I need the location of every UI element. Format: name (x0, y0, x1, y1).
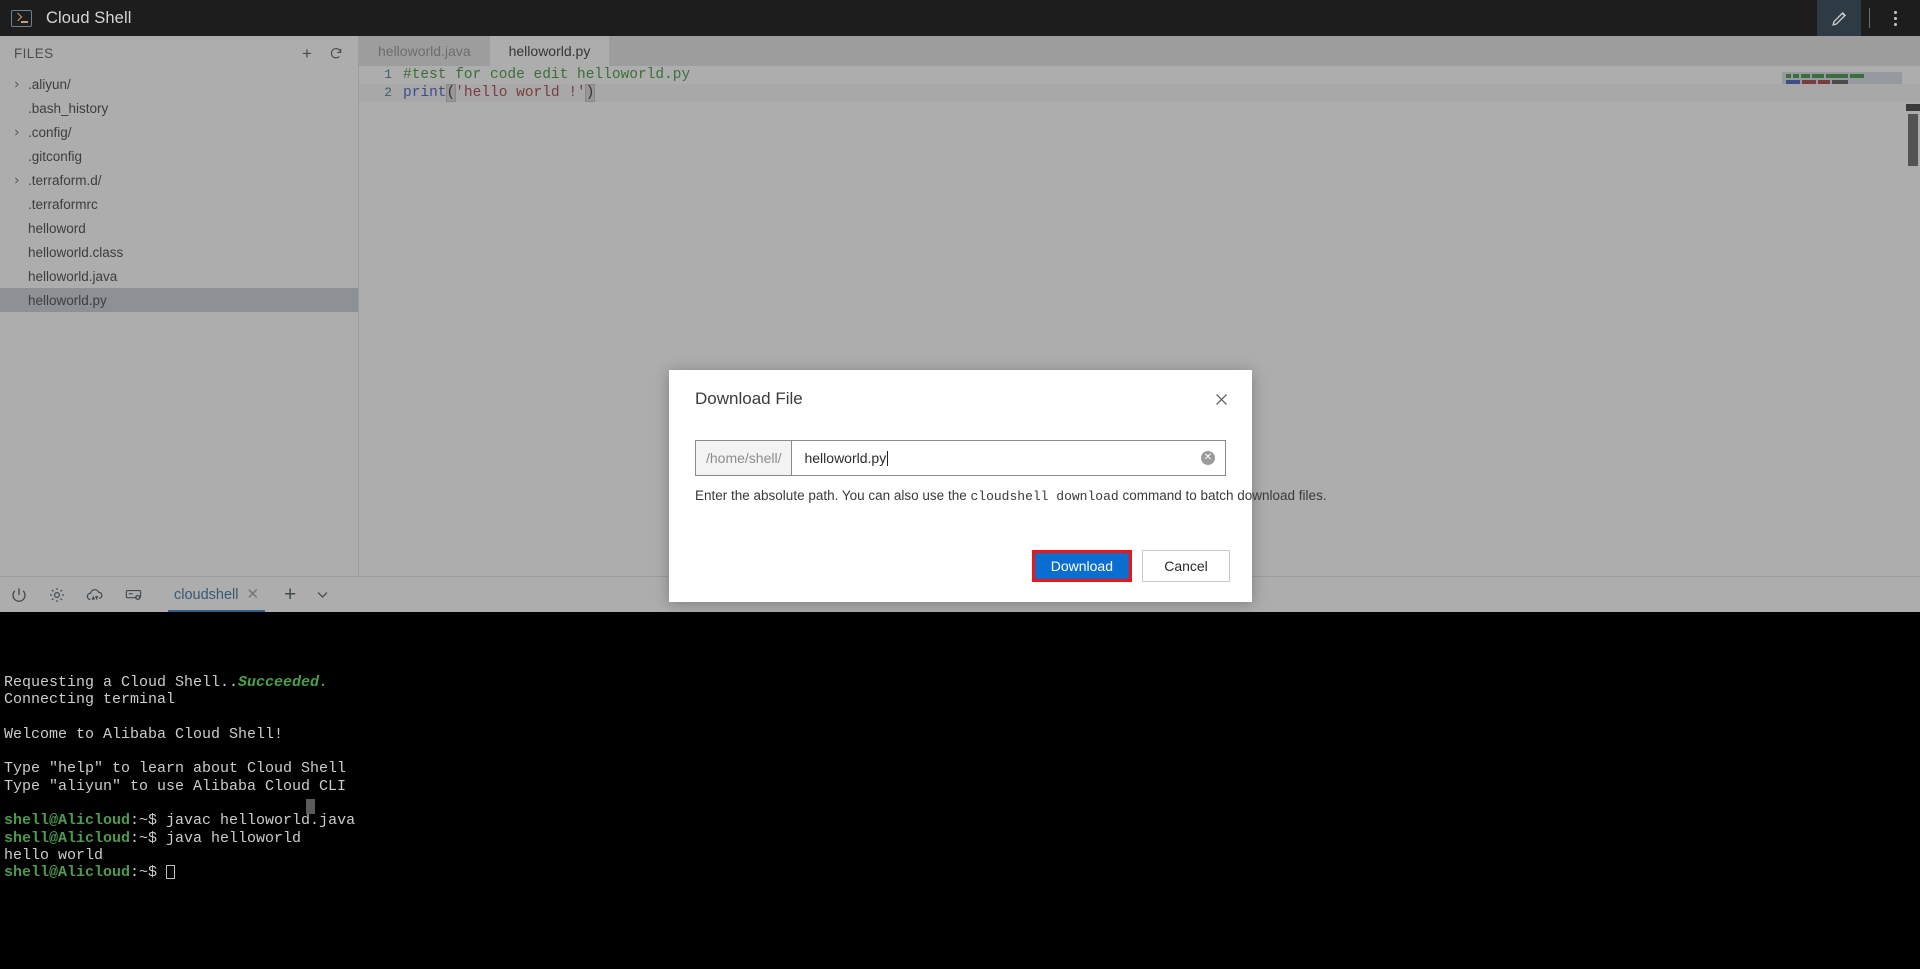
kebab-menu-icon[interactable] (1878, 0, 1912, 36)
terminal-text: Requesting a Cloud Shell.. (4, 673, 239, 691)
dialog-body: /home/shell/ helloworld.py ✕ Enter the a… (669, 428, 1327, 504)
app-title: Cloud Shell (46, 8, 132, 27)
pencil-edit-icon[interactable] (1817, 0, 1861, 36)
cloud-shell-window: Cloud Shell FILES + .aliyun/ .bash_histo… (0, 0, 1920, 969)
terminal-line: Connecting terminal (4, 691, 1920, 708)
text-caret (887, 450, 889, 466)
close-icon[interactable] (1208, 386, 1234, 412)
terminal-text: :~$ (130, 864, 167, 882)
terminal-text: :~$ java helloworld (130, 829, 302, 847)
terminal-text: Type "aliyun" to use Alibaba Cloud CLI (4, 777, 347, 795)
terminal-prompt-icon (11, 9, 32, 27)
terminal-text: Welcome to Alibaba Cloud Shell! (4, 725, 284, 743)
path-input-value: helloworld.py (804, 450, 887, 466)
terminal-text: Connecting terminal (4, 691, 176, 709)
terminal-text: Type "help" to learn about Cloud Shell (4, 760, 347, 778)
toolbar-divider (1869, 8, 1870, 28)
terminal-line: shell@Alicloud:~$ java helloworld (4, 830, 1920, 847)
dialog-title: Download File (695, 389, 803, 408)
hint-command: cloudshell download (970, 489, 1119, 504)
hint-text-part1: Enter the absolute path. You can also us… (695, 488, 971, 503)
terminal-line: shell@Alicloud:~$ javac helloworld.java (4, 812, 1920, 829)
terminal-text: :~$ javac helloworld.java (130, 812, 356, 830)
terminal-text: hello world (4, 846, 104, 864)
terminal-cursor (166, 865, 176, 880)
dialog-footer: Download Cancel (1031, 550, 1230, 582)
terminal-line: hello world (4, 847, 1920, 864)
terminal-text: Succeeded. (238, 673, 329, 691)
download-path-field[interactable]: /home/shell/ helloworld.py ✕ (695, 440, 1226, 476)
terminal-block-cursor (306, 799, 315, 814)
cancel-button[interactable]: Cancel (1142, 550, 1230, 582)
terminal-text: shell@Alicloud (4, 812, 131, 830)
dialog-header: Download File (669, 370, 1252, 428)
hint-text-part2: command to batch download files. (1118, 488, 1327, 503)
terminal-text: shell@Alicloud (4, 864, 131, 882)
terminal-line: Type "aliyun" to use Alibaba Cloud CLI (4, 778, 1920, 795)
path-prefix-label: /home/shell/ (696, 441, 793, 475)
terminal-line: Type "help" to learn about Cloud Shell (4, 760, 1920, 777)
terminal-text: shell@Alicloud (4, 829, 131, 847)
terminal-line: Requesting a Cloud Shell..Succeeded. (4, 674, 1920, 691)
terminal-output[interactable]: Requesting a Cloud Shell..Succeeded. Conn… (0, 612, 1920, 969)
download-file-dialog: Download File /home/shell/ helloworld.py… (669, 370, 1327, 602)
terminal-line: shell@Alicloud:~$ (4, 864, 1920, 881)
dialog-hint: Enter the absolute path. You can also us… (695, 488, 1327, 504)
title-bar-actions (1817, 0, 1920, 36)
terminal-line: Welcome to Alibaba Cloud Shell! (4, 726, 1920, 743)
path-input[interactable]: helloworld.py ✕ (792, 441, 1225, 475)
title-bar: Cloud Shell (0, 0, 1920, 36)
download-button[interactable]: Download (1031, 550, 1132, 582)
clear-circle-icon[interactable]: ✕ (1201, 451, 1215, 465)
